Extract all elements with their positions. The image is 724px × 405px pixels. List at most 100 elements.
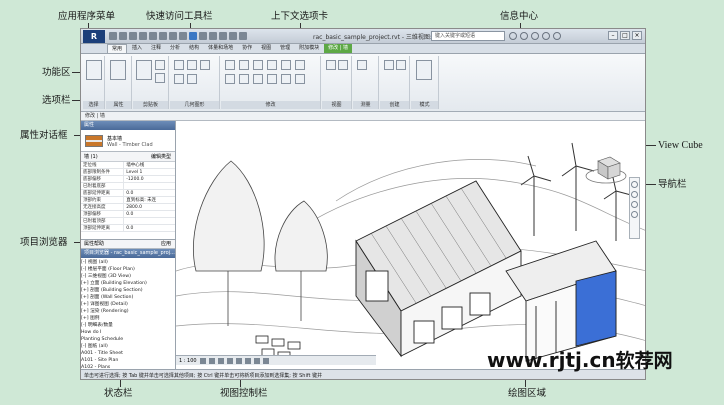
reveal-hidden-icon[interactable] [262,357,269,364]
tab-home[interactable]: 常用 [107,44,128,53]
join-icon[interactable] [174,60,184,70]
mirror-icon[interactable] [253,60,263,70]
copy-icon[interactable] [155,73,165,83]
hide-icon[interactable] [326,60,336,70]
undo-icon[interactable] [129,32,137,40]
switch-windows-icon[interactable] [229,32,237,40]
move-icon[interactable] [267,60,277,70]
property-row[interactable]: 已附着顶部 [81,218,175,225]
tree-item[interactable]: [+] 详图视图 (Detail) [81,301,175,308]
paste-icon[interactable] [136,60,152,80]
create-group-icon[interactable] [396,60,406,70]
print-icon[interactable] [149,32,157,40]
section-icon[interactable] [199,32,207,40]
array-icon[interactable] [253,74,263,84]
tab-insert[interactable]: 插入 [128,44,146,53]
temporary-hide-icon[interactable] [253,357,260,364]
copy-element-icon[interactable] [281,60,291,70]
dropdown-icon[interactable] [239,32,247,40]
rotate-icon[interactable] [295,60,305,70]
wall-joins-icon[interactable] [187,74,197,84]
tree-item[interactable]: A001 - Title Sheet [81,350,175,357]
close-hidden-icon[interactable] [219,32,227,40]
cut-geometry-icon[interactable] [187,60,197,70]
text-icon[interactable] [179,32,187,40]
zoom-icon[interactable] [631,191,638,198]
pin-icon[interactable] [281,74,291,84]
tree-item[interactable]: How do I [81,329,175,336]
drawing-area[interactable] [176,121,645,369]
edit-profile-icon[interactable] [416,60,432,80]
edit-type-button[interactable]: 编辑类型 [151,152,171,161]
save-icon[interactable] [119,32,127,40]
tab-collaborate[interactable]: 协作 [238,44,256,53]
tree-item[interactable]: [+] 立面 (Building Elevation) [81,280,175,287]
align-icon[interactable] [225,60,235,70]
tree-item[interactable]: [+] 剖面 (Building Section) [81,287,175,294]
measure-distance-icon[interactable] [357,60,367,70]
tab-annotate[interactable]: 注释 [147,44,165,53]
subscription-icon[interactable] [520,32,528,40]
tree-item[interactable]: [+] 剖面 (Wall Section) [81,294,175,301]
search-icon[interactable] [509,32,517,40]
application-menu-button[interactable]: R [83,30,105,43]
property-row[interactable]: 无连接高度 2800.0 [81,204,175,211]
tab-view[interactable]: 视图 [257,44,275,53]
paint-icon[interactable] [200,60,210,70]
split-face-icon[interactable] [174,74,184,84]
crop-view-icon[interactable] [235,357,242,364]
3d-view-icon[interactable] [189,32,197,40]
help-icon[interactable] [553,32,561,40]
open-icon[interactable] [109,32,117,40]
property-row[interactable]: 定位线 墙中心线 [81,162,175,169]
tree-item[interactable]: [+] 渲染 (Rendering) [81,308,175,315]
visual-style-icon[interactable] [208,357,215,364]
cut-icon[interactable] [155,60,165,70]
tree-item[interactable]: A101 - Site Plan [81,357,175,364]
properties-icon[interactable] [110,60,126,80]
orbit-icon[interactable] [631,211,638,218]
tree-item[interactable]: Planting Schedule [81,336,175,343]
split-icon[interactable] [239,74,249,84]
show-crop-icon[interactable] [244,357,251,364]
instance-filter[interactable]: 墙 (1) [84,152,98,161]
steering-wheel-icon[interactable] [631,181,638,188]
delete-icon[interactable] [295,74,305,84]
measure-icon[interactable] [159,32,167,40]
detail-level-icon[interactable] [199,357,206,364]
minimize-icon[interactable]: – [608,31,618,40]
apply-button[interactable]: 应用 [161,240,171,248]
tree-item[interactable]: [-] 视图 (all) [81,259,175,266]
pan-icon[interactable] [631,201,638,208]
scale-icon[interactable] [267,74,277,84]
tab-addins[interactable]: 附加模块 [295,44,323,53]
view-scale[interactable]: 1 : 100 [179,356,197,366]
tab-manage[interactable]: 管理 [276,44,294,53]
type-selector[interactable]: 基本墙 Wall - Timber Clad [81,130,175,152]
maximize-icon[interactable]: □ [620,31,630,40]
property-row[interactable]: 顶部延伸距离 0.0 [81,225,175,232]
search-input[interactable]: 键入关键字或短语 [431,31,505,41]
sun-path-icon[interactable] [217,357,224,364]
properties-help-link[interactable]: 属性帮助 [84,240,104,248]
property-row[interactable]: 底部偏移 -1200.0 [81,176,175,183]
trim-icon[interactable] [225,74,235,84]
modify-icon[interactable] [86,60,102,80]
thin-lines-icon[interactable] [209,32,217,40]
redo-icon[interactable] [139,32,147,40]
tag-icon[interactable] [169,32,177,40]
property-row[interactable]: 顶部偏移 0.0 [81,211,175,218]
communication-icon[interactable] [531,32,539,40]
tree-item[interactable]: [-] 三维视图 (3D View) [81,273,175,280]
tab-structure[interactable]: 结构 [185,44,203,53]
create-similar-icon[interactable] [384,60,394,70]
shadows-icon[interactable] [226,357,233,364]
property-row[interactable]: 底部限制条件 Level 1 [81,169,175,176]
property-row[interactable]: 顶部约束 直到标高: 未连 [81,197,175,204]
tab-massing-site[interactable]: 体量和场地 [204,44,237,53]
close-icon[interactable]: × [632,31,642,40]
property-row[interactable]: 已附着底部 [81,183,175,190]
tab-analyze[interactable]: 分析 [166,44,184,53]
tree-item[interactable]: [+] 图例 [81,315,175,322]
override-icon[interactable] [338,60,348,70]
